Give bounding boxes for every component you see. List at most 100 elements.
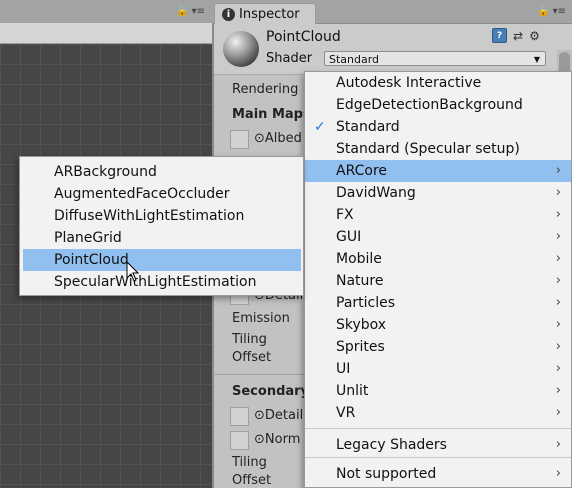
detail-albedo-label: ⊙Detail	[254, 408, 304, 423]
shader-menu-item-unlit[interactable]: Unlit ›	[305, 380, 571, 402]
shader-menu-item-label: UI	[336, 361, 351, 377]
arcore-submenu-item-label: ARBackground	[54, 164, 157, 180]
chevron-right-icon: ›	[555, 185, 561, 200]
rendering-mode-label: Rendering	[232, 82, 299, 97]
chevron-right-icon: ›	[555, 339, 561, 354]
chevron-right-icon: ›	[555, 437, 561, 452]
shader-menu-item-label: Autodesk Interactive	[336, 75, 482, 91]
shader-menu-item-label: Standard (Specular setup)	[336, 141, 520, 157]
shader-menu-item-label: DavidWang	[336, 185, 416, 201]
normal-map-slot[interactable]	[230, 431, 249, 450]
shader-menu-item-edgedetectionbackground[interactable]: EdgeDetectionBackground	[305, 94, 571, 116]
shader-menu-item-legacy-shaders[interactable]: Legacy Shaders ›	[305, 434, 571, 456]
arcore-submenu-item-diffusewithlightestimation[interactable]: DiffuseWithLightEstimation	[23, 205, 301, 227]
secondary-maps-heading: Secondary	[232, 384, 310, 399]
lock-menu-icon[interactable]: 🔒 ▾≡	[176, 6, 205, 17]
shader-dropdown[interactable]: Standard ▼	[324, 51, 546, 66]
chevron-right-icon: ›	[555, 273, 561, 288]
arcore-submenu-item-label: DiffuseWithLightEstimation	[54, 208, 245, 224]
shader-menu-item-label: Skybox	[336, 317, 387, 333]
offset-label-2: Offset	[232, 473, 272, 488]
emission-label: Emission	[232, 311, 290, 326]
albedo-label: ⊙Albed	[254, 131, 302, 146]
arcore-submenu-item-label: PointCloud	[54, 252, 129, 268]
main-maps-heading: Main Maps	[232, 107, 311, 122]
material-name: PointCloud	[266, 29, 341, 45]
albedo-texture-slot[interactable]	[230, 130, 249, 149]
offset-label: Offset	[232, 350, 272, 365]
tab-inspector-label: Inspector	[239, 7, 300, 22]
arcore-submenu: ARBackground AugmentedFaceOccluder Diffuse…	[19, 156, 304, 296]
arcore-submenu-item-planegrid[interactable]: PlaneGrid	[23, 227, 301, 249]
shader-menu-item-mobile[interactable]: Mobile ›	[305, 248, 571, 270]
chevron-right-icon: ›	[555, 466, 561, 481]
shader-menu-item-label: VR	[336, 405, 356, 421]
shader-menu-item-label: Standard	[336, 119, 400, 135]
menu-separator	[305, 457, 571, 458]
chevron-right-icon: ›	[555, 163, 561, 178]
preset-icon[interactable]: ⇄	[513, 29, 523, 43]
shader-menu-item-not-supported[interactable]: Not supported ›	[305, 463, 571, 485]
shader-menu-item-nature[interactable]: Nature ›	[305, 270, 571, 292]
shader-menu-item-skybox[interactable]: Skybox ›	[305, 314, 571, 336]
arcore-submenu-item-label: SpecularWithLightEstimation	[54, 274, 257, 290]
material-header: PointCloud Shader Standard ▼ ? ⇄ ⚙	[214, 24, 572, 75]
arcore-submenu-item-label: AugmentedFaceOccluder	[54, 186, 230, 202]
shader-menu-item-label: Nature	[336, 273, 384, 289]
checkmark-icon: ✓	[314, 119, 326, 135]
shader-menu-item-label: ARCore	[336, 163, 388, 179]
chevron-right-icon: ›	[555, 207, 561, 222]
shader-menu-item-label: Particles	[336, 295, 396, 311]
arcore-submenu-item-label: PlaneGrid	[54, 230, 122, 246]
shader-menu: Autodesk Interactive EdgeDetectionBackgro…	[304, 71, 572, 488]
shader-menu-item-label: Legacy Shaders	[336, 437, 447, 453]
shader-menu-item-arcore[interactable]: ARCore ›	[305, 160, 571, 182]
help-icon[interactable]: ?	[492, 28, 507, 43]
shader-menu-item-standard-specular-setup[interactable]: Standard (Specular setup)	[305, 138, 571, 160]
tiling-label-2: Tiling	[232, 455, 267, 470]
tab-inspector[interactable]: i Inspector	[214, 3, 316, 25]
section-divider	[214, 374, 304, 375]
mouse-cursor-icon	[126, 260, 140, 282]
shader-menu-item-label: GUI	[336, 229, 362, 245]
chevron-right-icon: ›	[555, 317, 561, 332]
tiling-label: Tiling	[232, 332, 267, 347]
material-preview-sphere	[223, 31, 259, 67]
shader-menu-item-vr[interactable]: VR ›	[305, 402, 571, 424]
shader-menu-item-gui[interactable]: GUI ›	[305, 226, 571, 248]
menu-separator	[305, 428, 571, 429]
header-icons: ? ⇄ ⚙	[492, 28, 540, 43]
dropdown-arrow-icon: ▼	[533, 55, 540, 64]
shader-menu-item-sprites[interactable]: Sprites ›	[305, 336, 571, 358]
shader-menu-item-autodesk-interactive[interactable]: Autodesk Interactive	[305, 72, 571, 94]
shader-dropdown-value: Standard	[329, 53, 380, 66]
shader-menu-item-label: Mobile	[336, 251, 382, 267]
shader-menu-item-ui[interactable]: UI ›	[305, 358, 571, 380]
chevron-right-icon: ›	[555, 405, 561, 420]
arcore-submenu-item-specularwithlightestimation[interactable]: SpecularWithLightEstimation	[23, 271, 301, 293]
chevron-right-icon: ›	[555, 295, 561, 310]
info-icon: i	[222, 8, 235, 21]
arcore-submenu-item-arbackground[interactable]: ARBackground	[23, 161, 301, 183]
shader-menu-item-label: Sprites	[336, 339, 385, 355]
shader-menu-item-fx[interactable]: FX ›	[305, 204, 571, 226]
chevron-right-icon: ›	[555, 251, 561, 266]
normal-map-label: ⊙Norm	[254, 432, 301, 447]
gear-icon[interactable]: ⚙	[529, 29, 540, 43]
chevron-right-icon: ›	[555, 383, 561, 398]
shader-menu-item-label: EdgeDetectionBackground	[336, 97, 523, 113]
shader-menu-item-davidwang[interactable]: DavidWang ›	[305, 182, 571, 204]
detail-albedo-slot[interactable]	[230, 407, 249, 426]
shader-menu-item-label: Unlit	[336, 383, 369, 399]
tab-strip: 🔒 ▾≡ i Inspector 🔒 ▾≡	[0, 0, 572, 25]
scene-toolbar	[0, 23, 212, 44]
shader-menu-item-particles[interactable]: Particles ›	[305, 292, 571, 314]
shader-label: Shader	[266, 51, 313, 66]
chevron-right-icon: ›	[555, 361, 561, 376]
arcore-submenu-item-pointcloud[interactable]: PointCloud	[23, 249, 301, 271]
arcore-submenu-item-augmentedfaceoccluder[interactable]: AugmentedFaceOccluder	[23, 183, 301, 205]
inspector-lock-menu-icon[interactable]: 🔒 ▾≡	[537, 6, 566, 17]
shader-menu-item-label: FX	[336, 207, 354, 223]
shader-menu-item-standard[interactable]: ✓ Standard	[305, 116, 571, 138]
chevron-right-icon: ›	[555, 229, 561, 244]
